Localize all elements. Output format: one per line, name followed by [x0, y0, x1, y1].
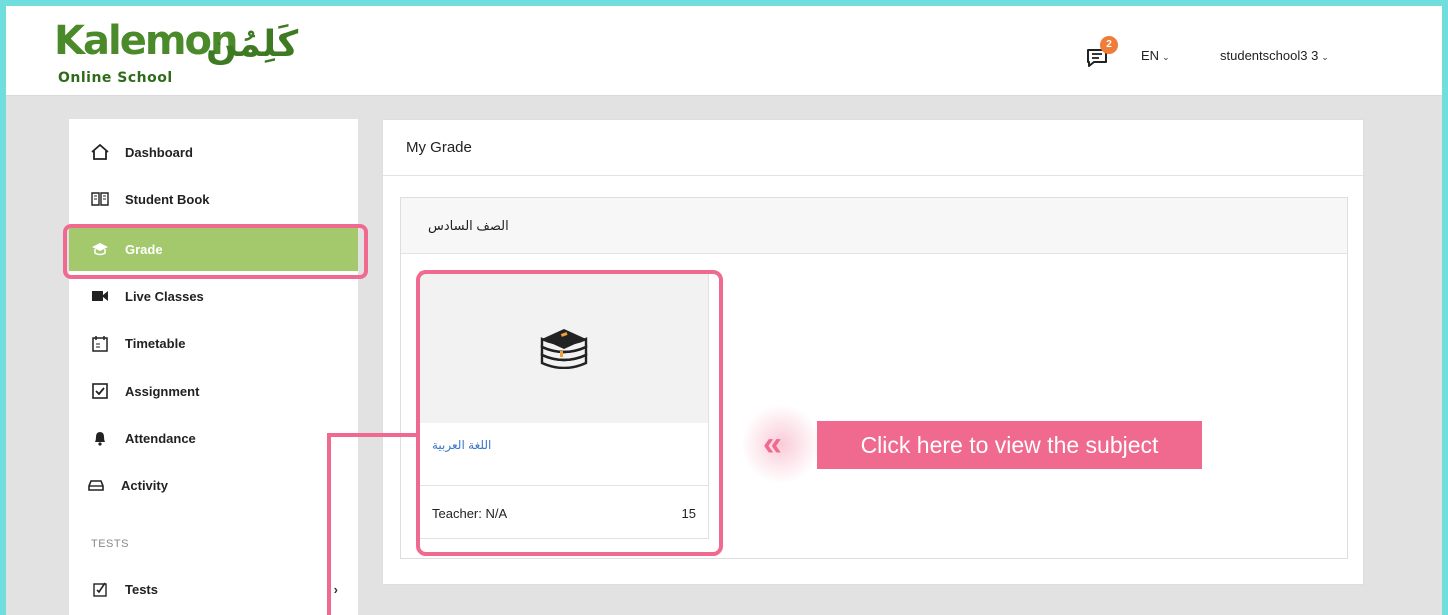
logo-arabic-text: كَلِمُن — [206, 24, 299, 65]
instruction-callout: Click here to view the subject — [817, 421, 1202, 469]
notification-badge: 2 — [1100, 36, 1118, 54]
sidebar-item-label: Assignment — [125, 383, 200, 399]
calendar-icon — [91, 334, 109, 352]
book-icon — [91, 190, 109, 208]
sidebar-item-activity[interactable]: Activity — [69, 463, 358, 507]
inbox-icon — [87, 476, 105, 494]
callout-connector-line — [327, 433, 331, 615]
language-selector[interactable]: EN ⌄ — [1141, 48, 1170, 63]
bell-icon — [91, 429, 109, 447]
sidebar-item-student-book[interactable]: Student Book — [69, 177, 358, 221]
language-label: EN — [1141, 48, 1160, 63]
sidebar-item-tests[interactable]: Tests › — [69, 567, 358, 611]
sidebar-item-dashboard[interactable]: Dashboard — [69, 130, 358, 174]
sidebar-item-label: Activity — [121, 477, 168, 493]
user-name: studentschool3 3 — [1220, 48, 1319, 63]
kalemon-logo[interactable]: Kalemon Online School كَلِمُن — [54, 18, 298, 88]
logo-subtitle: Online School — [58, 70, 173, 86]
chevron-down-icon: ⌄ — [1162, 52, 1170, 62]
callout-glow — [741, 404, 821, 484]
video-camera-icon — [91, 287, 109, 305]
user-menu[interactable]: studentschool3 3 ⌄ — [1220, 48, 1329, 63]
sidebar-item-label: Live Classes — [125, 288, 204, 304]
sidebar-item-label: Tests — [125, 581, 158, 597]
sidebar-item-live-classes[interactable]: Live Classes — [69, 274, 358, 318]
sidebar-item-label: Dashboard — [125, 144, 193, 160]
grade-title: الصف السادس — [401, 198, 1347, 254]
top-bar: Kalemon Online School كَلِمُن 2 EN ⌄ stud… — [6, 6, 1442, 96]
home-icon — [91, 143, 109, 161]
sidebar-item-assignment[interactable]: Assignment — [69, 369, 358, 413]
test-icon — [91, 580, 109, 598]
screen-frame: Kalemon Online School كَلِمُن 2 EN ⌄ stud… — [0, 0, 1448, 615]
sidebar-item-timetable[interactable]: Timetable — [69, 321, 358, 365]
sidebar-item-label: Timetable — [125, 335, 186, 351]
sidebar-item-label: Attendance — [125, 430, 196, 446]
double-chevron-left-icon: « — [763, 425, 782, 463]
chevron-down-icon: ⌄ — [1321, 52, 1329, 62]
chevron-right-icon[interactable]: › — [334, 582, 338, 597]
sidebar-item-label: Student Book — [125, 191, 210, 207]
sidebar-section-tests: TESTS — [91, 538, 129, 550]
sidebar-item-attendance[interactable]: Attendance — [69, 416, 358, 460]
subject-highlight-box — [416, 270, 723, 556]
page-title: My Grade — [383, 120, 1363, 176]
callout-connector-line — [327, 433, 416, 437]
checkbox-icon — [91, 382, 109, 400]
grade-highlight-box — [63, 224, 368, 279]
sidebar: Dashboard Student Book Grade Live Classe… — [69, 119, 358, 615]
